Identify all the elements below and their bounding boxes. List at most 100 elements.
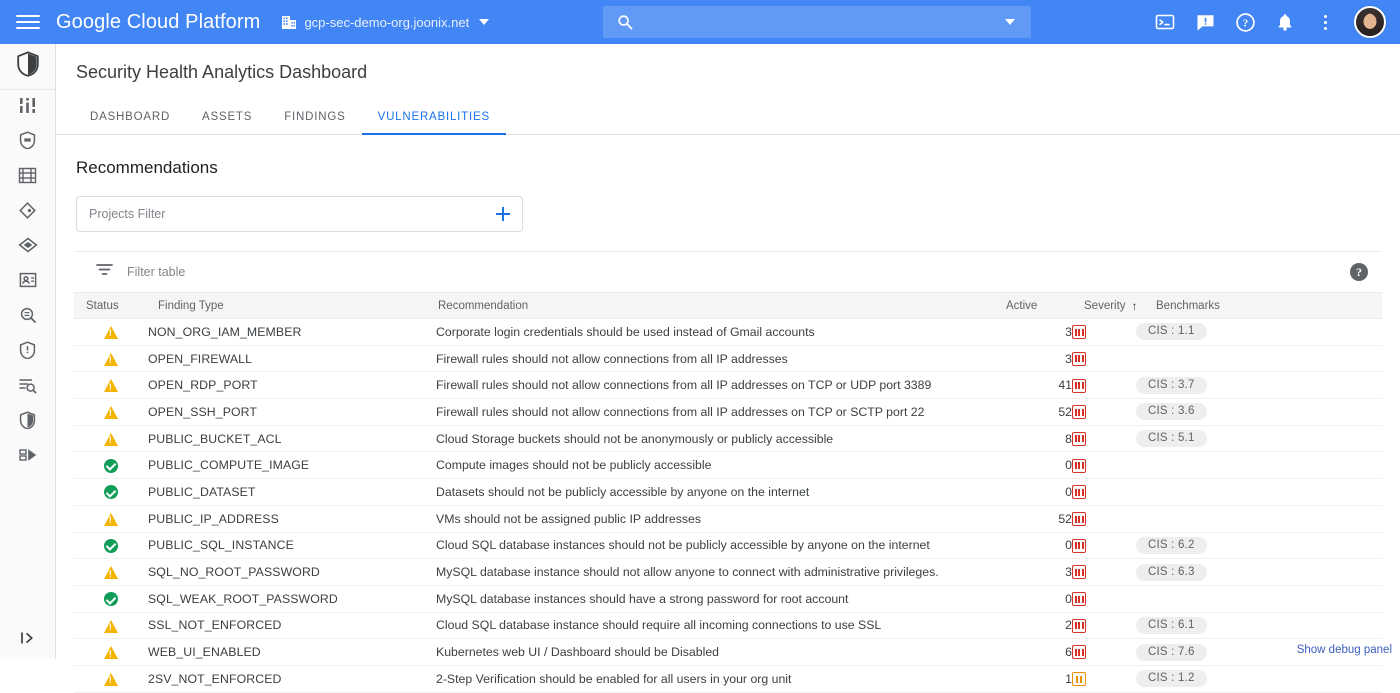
plus-icon[interactable] [489, 200, 517, 228]
column-header-recommendation[interactable]: Recommendation [436, 292, 1006, 319]
cell-finding-type: SQL_WEAK_ROOT_PASSWORD [148, 585, 436, 613]
sidebar-item-sources[interactable] [0, 230, 55, 265]
more-kebab-icon[interactable] [1308, 5, 1342, 39]
avatar[interactable] [1354, 6, 1386, 38]
shield-warning-icon [19, 341, 36, 364]
main-content: Security Health Analytics Dashboard DASH… [56, 44, 1400, 693]
cell-status [74, 532, 148, 560]
cell-active-count: 0 [1006, 478, 1072, 506]
page-title: Security Health Analytics Dashboard [76, 62, 368, 82]
global-search[interactable] [603, 6, 1031, 38]
cell-recommendation: Cloud SQL database instances should not … [436, 532, 1006, 560]
cell-severity [1072, 505, 1136, 533]
severity-critical-icon [1072, 592, 1086, 607]
show-debug-panel-link[interactable]: Show debug panel [1297, 644, 1392, 656]
column-header-benchmarks[interactable]: Benchmarks [1136, 292, 1382, 319]
cell-status [74, 318, 148, 346]
column-header-active[interactable]: Active [1006, 292, 1072, 319]
tab-vulnerabilities[interactable]: VULNERABILITIES [361, 111, 507, 135]
table-row[interactable]: SQL_WEAK_ROOT_PASSWORD MySQL database ins… [74, 585, 1382, 613]
data-export-icon [18, 446, 38, 469]
hamburger-menu-icon[interactable] [16, 10, 40, 34]
cell-benchmarks: CIS : 6.1 [1136, 612, 1382, 640]
filter-table-input[interactable]: Filter table [78, 263, 185, 281]
search-dropdown-chevron-icon[interactable] [1005, 19, 1015, 25]
projects-filter-input[interactable]: Projects Filter [76, 196, 523, 232]
tab-dashboard[interactable]: DASHBOARD [74, 111, 186, 134]
cell-severity [1072, 532, 1136, 560]
cell-status [74, 665, 148, 693]
cell-active-count: 52 [1006, 505, 1072, 533]
cell-benchmarks [1136, 505, 1382, 533]
table-row[interactable]: OPEN_SSH_PORTFirewall rules should not a… [74, 398, 1382, 426]
cell-active-count: 3 [1006, 318, 1072, 346]
cell-finding-type: PUBLIC_DATASET [148, 478, 436, 506]
cell-finding-type: OPEN_SSH_PORT [148, 398, 436, 426]
tab-assets[interactable]: ASSETS [186, 111, 268, 134]
benchmark-chip: CIS : 1.2 [1136, 670, 1207, 688]
cell-benchmarks: CIS : 3.6 [1136, 398, 1382, 426]
cell-active-count: 8 [1006, 425, 1072, 453]
status-warning-icon [104, 432, 118, 446]
cell-benchmarks [1136, 478, 1382, 506]
sidebar-item-identity[interactable] [0, 265, 55, 300]
tab-findings[interactable]: FINDINGS [268, 111, 361, 134]
rail-pinned-product[interactable] [0, 44, 55, 90]
status-warning-icon [104, 566, 118, 580]
table-row[interactable]: PUBLIC_SQL_INSTANCE Cloud SQL database in… [74, 532, 1382, 560]
column-header-severity[interactable]: Severity ↑ [1072, 292, 1138, 319]
project-selector[interactable]: gcp-sec-demo-org.joonix.net [282, 15, 490, 30]
table-row[interactable]: PUBLIC_BUCKET_ACLCloud Storage buckets s… [74, 425, 1382, 453]
feedback-icon[interactable] [1188, 5, 1222, 39]
severity-critical-icon [1072, 431, 1086, 446]
table-row[interactable]: PUBLIC_IP_ADDRESSVMs should not be assig… [74, 505, 1382, 533]
svg-text:?: ? [1242, 17, 1248, 29]
help-circle-icon[interactable]: ? [1350, 263, 1368, 281]
table-row[interactable]: OPEN_RDP_PORTFirewall rules should not a… [74, 371, 1382, 400]
table-row[interactable]: OPEN_FIREWALLFirewall rules should not a… [74, 345, 1382, 373]
notifications-bell-icon[interactable] [1268, 5, 1302, 39]
table-row[interactable]: WEB_UI_ENABLEDKubernetes web UI / Dashbo… [74, 638, 1382, 666]
column-header-status[interactable]: Status [74, 292, 148, 319]
benchmark-chip: CIS : 3.6 [1136, 403, 1207, 421]
status-warning-icon [104, 672, 118, 686]
cell-finding-type: SSL_NOT_ENFORCED [148, 612, 436, 640]
cell-active-count: 2 [1006, 612, 1072, 640]
cell-severity [1072, 612, 1136, 640]
table-row[interactable]: NON_ORG_IAM_MEMBERCorporate login creden… [74, 318, 1382, 346]
cell-severity [1072, 398, 1136, 426]
table-row[interactable]: PUBLIC_COMPUTE_IMAGE Compute images shoul… [74, 451, 1382, 480]
sidebar-item-findings[interactable] [0, 195, 55, 230]
findings-diamond-icon [18, 201, 37, 225]
chevron-down-icon [479, 19, 490, 25]
brand-title[interactable]: Google Cloud Platform [56, 11, 260, 34]
status-ok-icon [104, 592, 118, 607]
sidebar-item-audit[interactable] [0, 370, 55, 405]
cell-status [74, 558, 148, 586]
search-input[interactable] [645, 13, 1003, 31]
table-row[interactable]: SSL_NOT_ENFORCEDCloud SQL database insta… [74, 612, 1382, 640]
sidebar-item-assets[interactable] [0, 160, 55, 195]
cell-status [74, 451, 148, 480]
expand-panel-button[interactable] [0, 630, 55, 651]
benchmark-chip: CIS : 1.1 [1136, 323, 1207, 341]
status-ok-icon [104, 485, 118, 500]
column-header-finding-type[interactable]: Finding Type [148, 292, 436, 319]
cell-status [74, 398, 148, 426]
cell-recommendation: MySQL database instance should not allow… [436, 558, 1006, 586]
section-title-recommendations: Recommendations [76, 158, 218, 177]
help-icon[interactable]: ? [1228, 5, 1262, 39]
table-row[interactable]: PUBLIC_DATASET Datasets should not be pub… [74, 478, 1382, 506]
benchmark-chip: CIS : 3.7 [1136, 376, 1207, 394]
table-row[interactable]: SQL_NO_ROOT_PASSWORDMySQL database insta… [74, 558, 1382, 586]
sidebar-item-vulnerabilities[interactable] [0, 335, 55, 370]
sidebar-item-export[interactable] [0, 440, 55, 475]
sidebar-item-scanner[interactable] [0, 300, 55, 335]
table-row[interactable]: 2SV_NOT_ENFORCED2-Step Verification shou… [74, 665, 1382, 693]
sidebar-item-security[interactable] [0, 125, 55, 160]
sidebar-item-dashboard[interactable] [0, 90, 55, 125]
severity-medium-icon [1072, 672, 1086, 687]
cell-severity [1072, 371, 1136, 400]
sidebar-item-compliance[interactable] [0, 405, 55, 440]
cloud-shell-icon[interactable] [1148, 5, 1182, 39]
